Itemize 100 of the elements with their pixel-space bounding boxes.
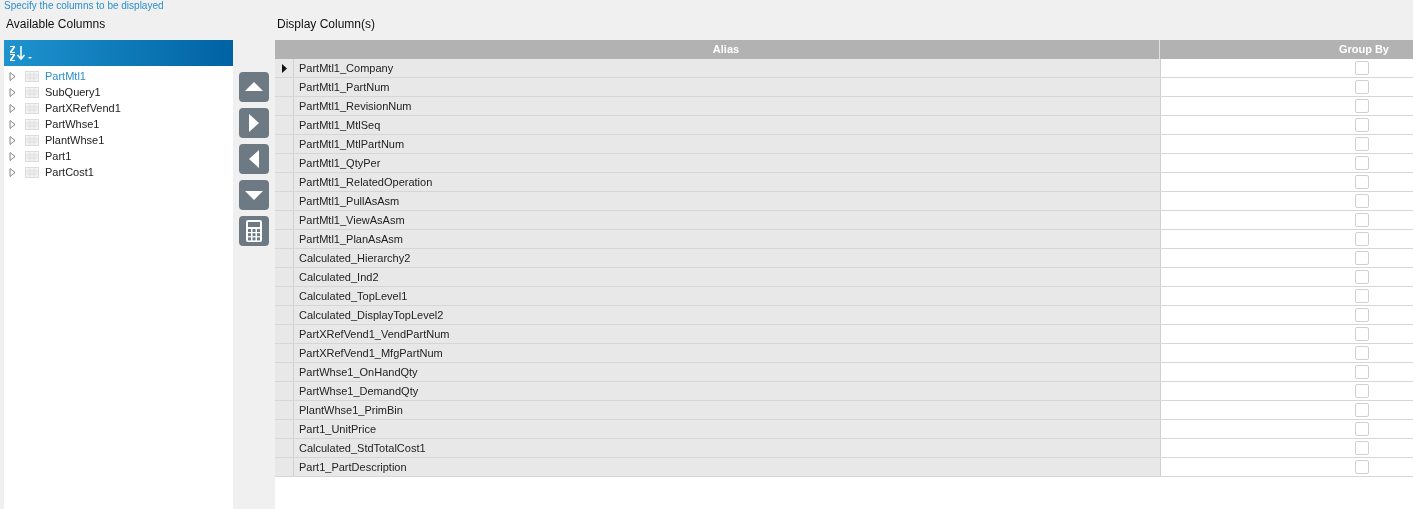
panel-title: Display Column(s) <box>276 16 377 33</box>
instruction-text: Specify the columns to be displayed <box>3 0 165 13</box>
group-by-checkbox[interactable] <box>1355 327 1369 341</box>
alias-cell: PlantWhse1_PrimBin <box>294 401 1161 419</box>
group-by-checkbox[interactable] <box>1355 137 1369 151</box>
expand-icon[interactable] <box>9 119 16 129</box>
row-selector-cell[interactable] <box>275 135 294 153</box>
table-icon <box>25 166 39 178</box>
tree-item[interactable]: PartWhse1 <box>45 118 100 130</box>
expand-icon[interactable] <box>9 135 16 145</box>
triangle-down-icon <box>245 191 263 200</box>
alias-cell: Part1_PartDescription <box>294 458 1161 476</box>
group-by-checkbox[interactable] <box>1355 441 1369 455</box>
group-by-checkbox[interactable] <box>1355 422 1369 436</box>
triangle-right-icon <box>249 114 259 132</box>
row-selector-cell[interactable] <box>275 382 294 400</box>
table-icon <box>25 134 39 146</box>
group-by-checkbox[interactable] <box>1355 99 1369 113</box>
row-selector-cell[interactable] <box>275 420 294 438</box>
group-by-checkbox[interactable] <box>1355 403 1369 417</box>
row-selector-cell[interactable] <box>275 401 294 419</box>
move-down-button[interactable] <box>239 180 269 210</box>
group-by-checkbox[interactable] <box>1355 460 1369 474</box>
row-selector-cell[interactable] <box>275 59 294 77</box>
alias-cell: Calculated_StdTotalCost1 <box>294 439 1161 457</box>
group-by-checkbox[interactable] <box>1355 346 1369 360</box>
group-by-checkbox[interactable] <box>1355 365 1369 379</box>
alias-cell: Part1_UnitPrice <box>294 420 1161 438</box>
row-selector-cell[interactable] <box>275 173 294 191</box>
tree-item[interactable]: PartXRefVend1 <box>45 102 121 114</box>
tree-item[interactable]: Part1 <box>45 150 72 162</box>
row-selector-cell[interactable] <box>275 78 294 96</box>
group-by-checkbox[interactable] <box>1355 384 1369 398</box>
row-selector-cell[interactable] <box>275 154 294 172</box>
group-by-checkbox[interactable] <box>1355 251 1369 265</box>
calculator-button[interactable] <box>239 216 269 246</box>
row-selector-cell[interactable] <box>275 230 294 248</box>
tree-item[interactable]: PartCost1 <box>45 166 94 178</box>
row-selector-cell[interactable] <box>275 458 294 476</box>
triangle-up-icon <box>245 82 263 91</box>
alias-cell: Calculated_Ind2 <box>294 268 1161 286</box>
alias-cell: PartMtl1_Company <box>294 59 1161 77</box>
group-by-checkbox[interactable] <box>1355 80 1369 94</box>
sort-icon[interactable] <box>9 45 33 61</box>
group-by-checkbox[interactable] <box>1355 213 1369 227</box>
alias-cell: Calculated_DisplayTopLevel2 <box>294 306 1161 324</box>
alias-cell: PartXRefVend1_VendPartNum <box>294 325 1161 343</box>
alias-cell: Calculated_TopLevel1 <box>294 287 1161 305</box>
current-row-icon <box>281 63 287 73</box>
panel-title: Available Columns <box>5 16 107 33</box>
row-selector-cell[interactable] <box>275 249 294 267</box>
move-right-button[interactable] <box>239 108 269 138</box>
row-selector-cell[interactable] <box>275 268 294 286</box>
expand-icon[interactable] <box>9 71 16 81</box>
group-by-checkbox[interactable] <box>1355 289 1369 303</box>
alias-cell: PartWhse1_OnHandQty <box>294 363 1161 381</box>
alias-cell: PartMtl1_MtlSeq <box>294 116 1161 134</box>
alias-cell: PartXRefVend1_MfgPartNum <box>294 344 1161 362</box>
row-selector-cell[interactable] <box>275 325 294 343</box>
row-selector-cell[interactable] <box>275 192 294 210</box>
row-selector-cell[interactable] <box>275 439 294 457</box>
alias-cell: PartMtl1_QtyPer <box>294 154 1161 172</box>
alias-cell: PartMtl1_PullAsAsm <box>294 192 1161 210</box>
table-icon <box>25 102 39 114</box>
table-icon <box>25 70 39 82</box>
triangle-left-icon <box>249 150 259 168</box>
group-by-checkbox[interactable] <box>1355 156 1369 170</box>
group-by-checkbox[interactable] <box>1355 118 1369 132</box>
expand-icon[interactable] <box>9 167 16 177</box>
tree-item[interactable]: SubQuery1 <box>45 86 101 98</box>
table-icon <box>25 86 39 98</box>
alias-cell: PartMtl1_RevisionNum <box>294 97 1161 115</box>
expand-icon[interactable] <box>9 103 16 113</box>
tree-item[interactable]: PlantWhse1 <box>45 134 105 146</box>
row-selector-cell[interactable] <box>275 116 294 134</box>
alias-cell: PartMtl1_PlanAsAsm <box>294 230 1161 248</box>
group-by-checkbox[interactable] <box>1355 232 1369 246</box>
table-icon <box>25 118 39 130</box>
row-selector-cell[interactable] <box>275 97 294 115</box>
expand-icon[interactable] <box>9 87 16 97</box>
alias-cell: PartMtl1_MtlPartNum <box>294 135 1161 153</box>
tree-item[interactable]: PartMtl1 <box>45 70 86 82</box>
alias-cell: PartMtl1_PartNum <box>294 78 1161 96</box>
move-left-button[interactable] <box>239 144 269 174</box>
alias-cell: PartMtl1_ViewAsAsm <box>294 211 1161 229</box>
group-by-checkbox[interactable] <box>1355 308 1369 322</box>
row-selector-cell[interactable] <box>275 344 294 362</box>
row-selector-cell[interactable] <box>275 363 294 381</box>
group-by-checkbox[interactable] <box>1355 270 1369 284</box>
expand-icon[interactable] <box>9 151 16 161</box>
row-selector-cell[interactable] <box>275 211 294 229</box>
group-by-checkbox[interactable] <box>1355 194 1369 208</box>
table-icon <box>25 150 39 162</box>
group-by-checkbox[interactable] <box>1355 61 1369 75</box>
alias-cell: PartMtl1_RelatedOperation <box>294 173 1161 191</box>
alias-cell: Calculated_Hierarchy2 <box>294 249 1161 267</box>
move-up-button[interactable] <box>239 72 269 102</box>
group-by-checkbox[interactable] <box>1355 175 1369 189</box>
row-selector-cell[interactable] <box>275 287 294 305</box>
row-selector-cell[interactable] <box>275 306 294 324</box>
